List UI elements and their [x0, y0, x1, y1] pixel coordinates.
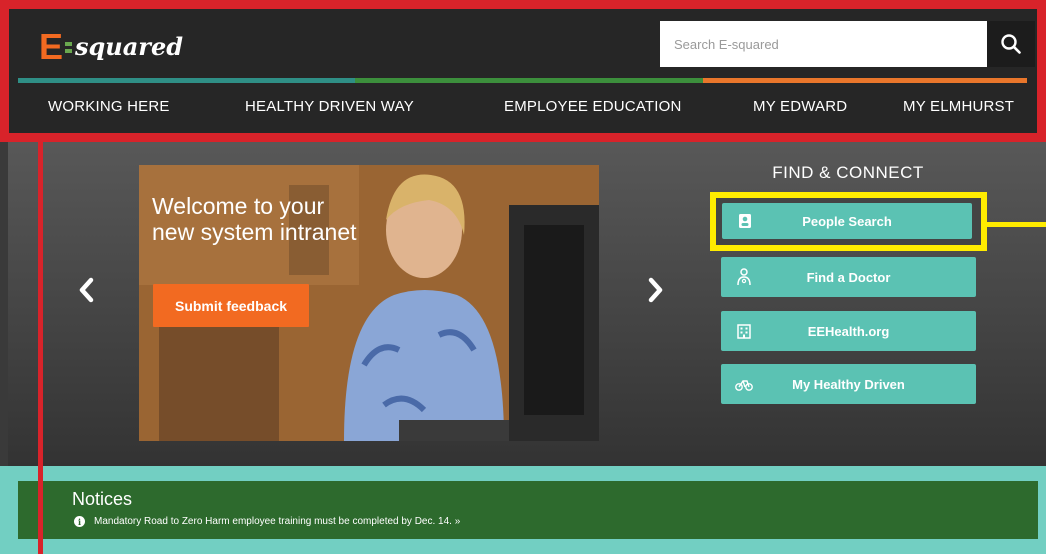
- search-icon: [1001, 34, 1021, 54]
- nav-working-here[interactable]: WORKING HERE: [48, 98, 170, 115]
- nav-my-elmhurst[interactable]: MY ELMHURST: [903, 98, 1014, 115]
- notices-title: Notices: [72, 489, 133, 509]
- info-icon: i: [74, 516, 85, 527]
- find-connect-title: FIND & CONNECT: [772, 163, 924, 182]
- notice-text: Mandatory Road to Zero Harm employee tra…: [94, 516, 461, 527]
- find-a-doctor-button[interactable]: Find a Doctor: [721, 257, 976, 297]
- annotation-pointer-line: [987, 222, 1046, 227]
- submit-feedback-button[interactable]: Submit feedback: [153, 284, 309, 327]
- header-color-bar-green: [355, 78, 703, 83]
- logo-mark: E: [39, 26, 64, 67]
- search-input[interactable]: [660, 21, 987, 67]
- chevron-right-icon: [648, 277, 663, 303]
- my-healthy-driven-button[interactable]: My Healthy Driven: [721, 364, 976, 404]
- notices-panel: [18, 481, 1038, 539]
- nav-healthy-driven-way[interactable]: HEALTHY DRIVEN WAY: [245, 98, 414, 115]
- logo-dots: [65, 41, 73, 53]
- doctor-icon: [735, 268, 753, 286]
- find-a-doctor-label: Find a Doctor: [806, 269, 891, 285]
- nav-employee-education[interactable]: EMPLOYEE EDUCATION: [504, 98, 682, 115]
- logo-word: squared: [75, 32, 184, 61]
- bicycle-icon: [735, 375, 753, 393]
- notice-item[interactable]: i Mandatory Road to Zero Harm employee t…: [74, 516, 460, 527]
- people-search-button[interactable]: People Search: [722, 203, 972, 239]
- slide-title: Welcome to your new system intranet: [152, 193, 357, 245]
- carousel-prev-button[interactable]: [75, 275, 97, 305]
- hospital-icon: [735, 322, 753, 340]
- esquared-logo[interactable]: E squared: [39, 27, 183, 67]
- my-healthy-driven-label: My Healthy Driven: [792, 376, 905, 392]
- annotation-pointer-line-red: [38, 142, 43, 554]
- nav-my-edward[interactable]: MY EDWARD: [753, 98, 847, 115]
- chevron-left-icon: [79, 277, 94, 303]
- hero-left-edge: [0, 142, 8, 466]
- id-card-icon: [736, 212, 754, 230]
- eehealth-button[interactable]: EEHealth.org: [721, 311, 976, 351]
- eehealth-label: EEHealth.org: [807, 323, 890, 339]
- carousel-next-button[interactable]: [645, 275, 667, 305]
- people-search-label: People Search: [802, 213, 892, 229]
- header-color-bar-orange: [703, 78, 1027, 83]
- header-color-bar-teal: [18, 78, 355, 83]
- search-button[interactable]: [987, 21, 1035, 67]
